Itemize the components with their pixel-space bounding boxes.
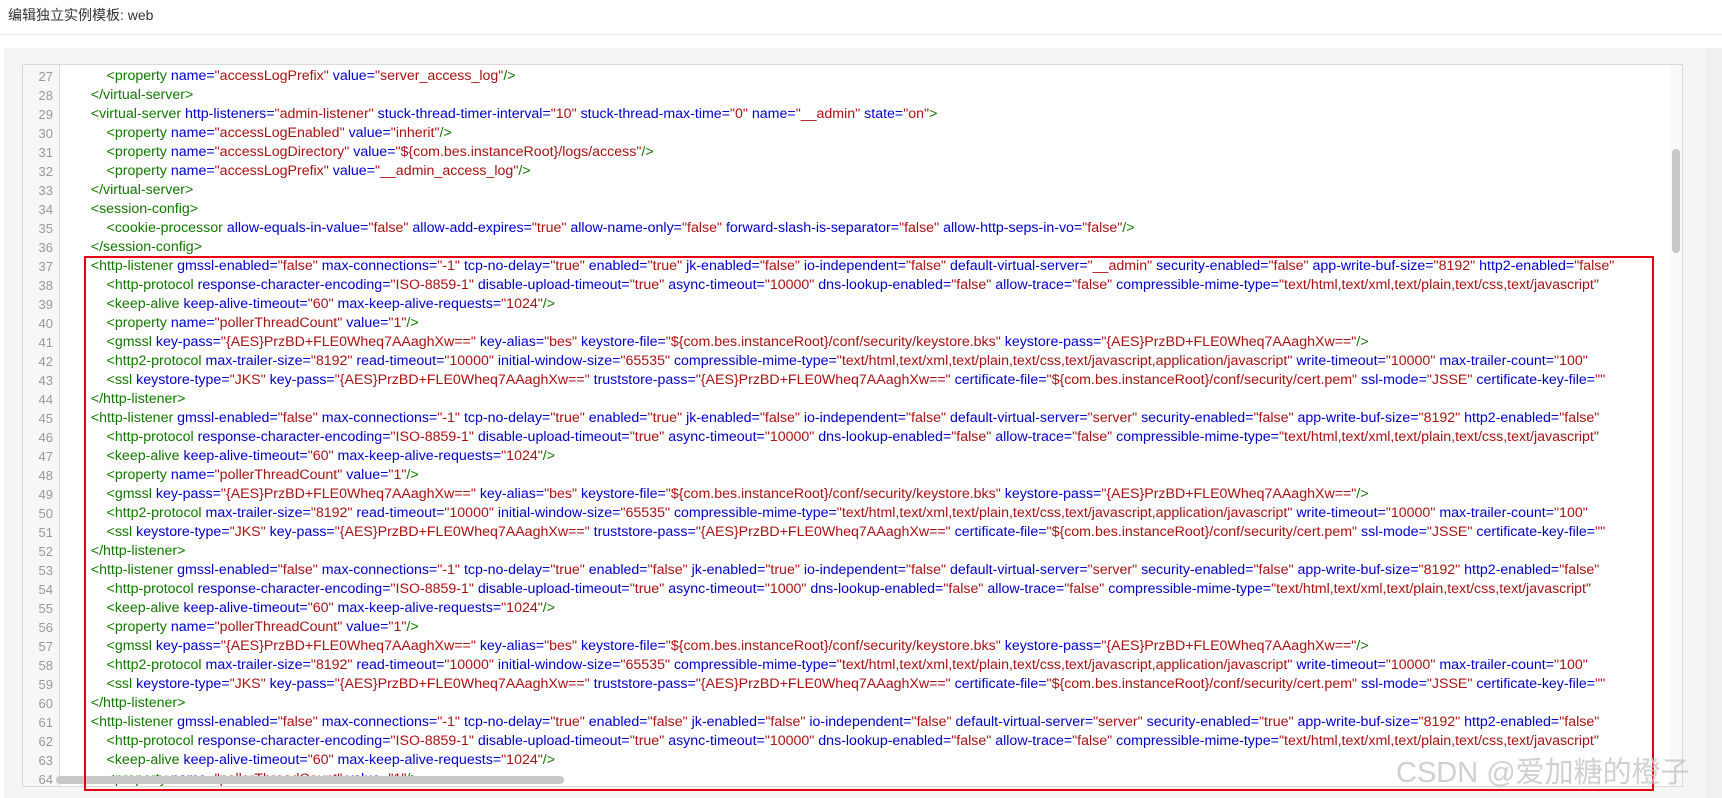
line-number: 59: [38, 677, 53, 692]
code-line[interactable]: 27 <property name="accessLogPrefix" valu…: [23, 67, 1682, 86]
line-code[interactable]: <virtual-server http-listeners="admin-li…: [75, 105, 1682, 124]
highlight-annotation-box: [84, 256, 1654, 791]
line-number: 50: [38, 506, 53, 521]
line-number: 56: [38, 620, 53, 635]
csdn-watermark: CSDN @爱加糖的橙子: [1396, 757, 1690, 789]
page-title: 编辑独立实例模板: web: [8, 7, 154, 23]
line-number: 41: [38, 335, 53, 350]
code-line[interactable]: 35 <cookie-processor allow-equals-in-val…: [23, 219, 1682, 238]
line-number: 37: [38, 259, 53, 274]
line-number: 49: [38, 487, 53, 502]
line-number: 38: [38, 278, 53, 293]
code-line[interactable]: 34 <session-config>: [23, 200, 1682, 219]
line-code[interactable]: <session-config>: [75, 200, 1682, 219]
line-number: 35: [38, 221, 53, 236]
line-code[interactable]: <cookie-processor allow-equals-in-value=…: [75, 219, 1682, 238]
line-number: 33: [38, 183, 53, 198]
code-line[interactable]: 36 </session-config>: [23, 238, 1682, 257]
line-number: 60: [38, 696, 53, 711]
line-number: 48: [38, 468, 53, 483]
line-number: 58: [38, 658, 53, 673]
line-code[interactable]: <property name="accessLogDirectory" valu…: [75, 143, 1682, 162]
code-line[interactable]: 31 <property name="accessLogDirectory" v…: [23, 143, 1682, 162]
line-number: 52: [38, 544, 53, 559]
line-code[interactable]: <property name="accessLogPrefix" value="…: [75, 67, 1682, 86]
line-number: 42: [38, 354, 53, 369]
code-line[interactable]: 29 <virtual-server http-listeners="admin…: [23, 105, 1682, 124]
line-number: 47: [38, 449, 53, 464]
line-number: 31: [38, 145, 53, 160]
line-number: 57: [38, 639, 53, 654]
line-code[interactable]: <property name="accessLogEnabled" value=…: [75, 124, 1682, 143]
line-number: 63: [38, 753, 53, 768]
line-code[interactable]: <property name="accessLogPrefix" value="…: [75, 162, 1682, 181]
line-number: 61: [38, 715, 53, 730]
header-divider: [0, 34, 1722, 35]
line-number: 36: [38, 240, 53, 255]
line-number: 39: [38, 297, 53, 312]
line-number: 55: [38, 601, 53, 616]
line-code[interactable]: </virtual-server>: [75, 181, 1682, 200]
line-number: 64: [38, 772, 53, 787]
code-line[interactable]: 30 <property name="accessLogEnabled" val…: [23, 124, 1682, 143]
line-number: 62: [38, 734, 53, 749]
line-number: 54: [38, 582, 53, 597]
code-line[interactable]: 32 <property name="accessLogPrefix" valu…: [23, 162, 1682, 181]
vertical-scrollbar-thumb[interactable]: [1672, 149, 1680, 253]
line-number: 43: [38, 373, 53, 388]
line-number: 40: [38, 316, 53, 331]
code-line[interactable]: 33 </virtual-server>: [23, 181, 1682, 200]
line-number: 29: [38, 107, 53, 122]
vertical-scrollbar-track[interactable]: [1670, 65, 1682, 786]
line-number: 44: [38, 392, 53, 407]
line-number: 28: [38, 88, 53, 103]
line-number: 32: [38, 164, 53, 179]
line-number: 30: [38, 126, 53, 141]
line-number: 34: [38, 202, 53, 217]
code-line[interactable]: 28 </virtual-server>: [23, 86, 1682, 105]
line-code[interactable]: </virtual-server>: [75, 86, 1682, 105]
line-number: 46: [38, 430, 53, 445]
page-scrollbar[interactable]: [1706, 48, 1722, 798]
line-number: 45: [38, 411, 53, 426]
line-number: 51: [38, 525, 53, 540]
line-code[interactable]: </session-config>: [75, 238, 1682, 257]
line-number: 27: [38, 69, 53, 84]
line-number: 53: [38, 563, 53, 578]
